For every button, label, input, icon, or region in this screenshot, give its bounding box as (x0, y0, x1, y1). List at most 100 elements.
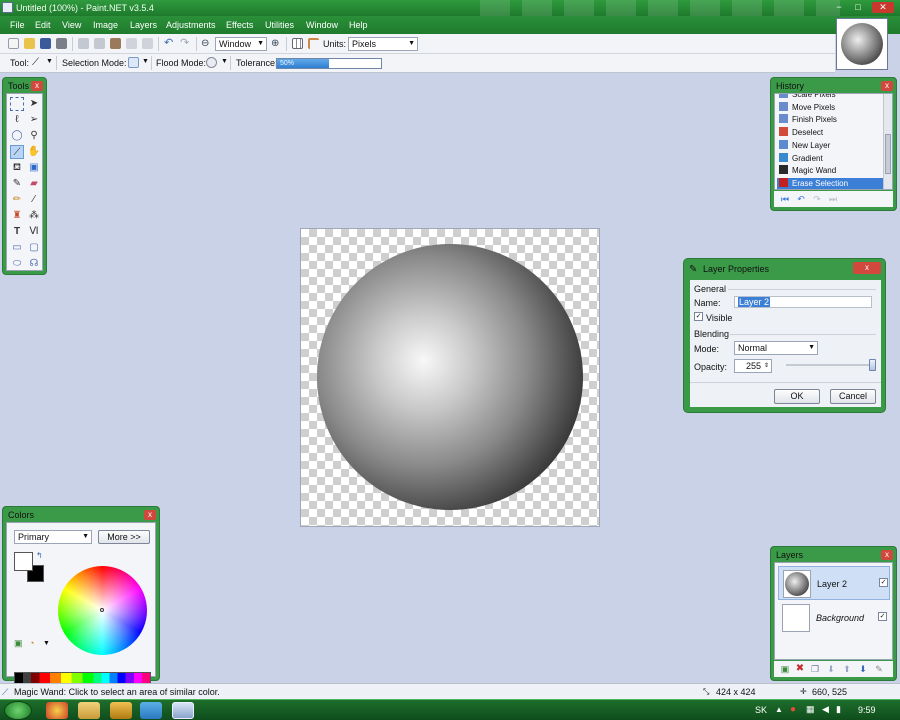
menu-view[interactable]: View (62, 20, 81, 30)
swap-colors-icon[interactable]: ↰ (36, 551, 43, 560)
layer-properties-icon[interactable]: ✎ (872, 662, 886, 676)
color-picker-tool[interactable]: ⁄ (27, 193, 41, 207)
history-item[interactable]: Scale Pixels (777, 94, 883, 101)
pan-tool[interactable]: ✋ (27, 145, 41, 159)
move-layer-down-icon[interactable]: ⬇ (856, 662, 870, 676)
lasso-select-tool[interactable]: ℓ (10, 113, 24, 127)
rectangle-tool[interactable]: ▭ (10, 241, 24, 255)
skype-taskbar-icon[interactable] (140, 702, 162, 719)
magic-wand-icon[interactable]: ⟋ (32, 57, 43, 68)
visible-checkbox[interactable]: ✓ (694, 312, 703, 321)
primary-color-swatch[interactable] (14, 552, 33, 571)
menu-file[interactable]: File (10, 20, 25, 30)
print-icon[interactable] (56, 38, 67, 49)
chevron-down-icon[interactable]: ▼ (43, 640, 50, 647)
move-selected-tool[interactable]: ➤ (27, 97, 41, 111)
layer-visibility-checkbox[interactable]: ✓ (879, 578, 888, 587)
chevron-down-icon[interactable]: ▼ (221, 58, 228, 65)
move-layer-up-icon[interactable]: ⬆ (840, 662, 854, 676)
spin-arrows-icon[interactable]: ⇕ (764, 360, 769, 372)
language-indicator[interactable]: SK (755, 705, 767, 715)
menu-adjustments[interactable]: Adjustments (166, 20, 216, 30)
history-scrollbar[interactable] (883, 94, 892, 189)
chrome-taskbar-icon[interactable] (46, 702, 68, 719)
menu-window[interactable]: Window (306, 20, 338, 30)
layer-visibility-checkbox[interactable]: ✓ (878, 612, 887, 621)
tools-panel-close[interactable]: x (31, 81, 43, 91)
zoom-out-icon[interactable]: ⊖ (201, 38, 212, 49)
open-icon[interactable] (24, 38, 35, 49)
add-color-icon[interactable]: ▣ (14, 638, 23, 649)
paste-icon[interactable] (110, 38, 121, 49)
new-icon[interactable] (8, 38, 19, 49)
color-wheel-cursor[interactable] (100, 608, 104, 612)
flood-mode-icon[interactable] (206, 57, 217, 68)
colors-panel-close[interactable]: x (144, 510, 156, 520)
explorer-taskbar-icon[interactable] (78, 702, 100, 719)
move-selection-tool[interactable]: ➢ (27, 113, 41, 127)
delete-layer-icon[interactable]: ✖ (793, 662, 807, 676)
history-scroll-thumb[interactable] (885, 134, 891, 174)
crop-icon[interactable] (126, 38, 137, 49)
ellipse-select-tool[interactable]: ◯ (10, 129, 24, 143)
fast-forward-icon[interactable]: ⏭ (826, 192, 840, 206)
minimize-button[interactable]: − (832, 2, 846, 13)
history-item[interactable]: Gradient (777, 152, 883, 165)
ellipse-tool[interactable]: ⬭ (10, 257, 24, 271)
freeform-shape-tool[interactable]: ☊ (27, 257, 41, 271)
opacity-slider-thumb[interactable] (869, 359, 876, 371)
pencil-tool[interactable]: ✏ (10, 193, 24, 207)
ruler-icon[interactable] (308, 38, 319, 49)
opacity-slider-track[interactable] (786, 364, 874, 366)
opacity-spinbox[interactable]: 255 ⇕ (734, 359, 772, 373)
cancel-button[interactable]: Cancel (830, 389, 876, 404)
layer-row-layer-2[interactable]: Layer 2 ✓ (778, 566, 890, 600)
layer-row-background[interactable]: Background ✓ (778, 601, 890, 635)
image-thumbnail[interactable] (836, 18, 888, 70)
rectangle-select-tool[interactable] (10, 97, 24, 111)
redo-icon[interactable]: ↷ (180, 38, 191, 49)
image-canvas[interactable] (300, 228, 600, 527)
tray-arrow-icon[interactable]: ▲ (775, 705, 783, 714)
recolor-tool[interactable]: ⁂ (27, 209, 41, 223)
history-item[interactable]: New Layer (777, 139, 883, 152)
menu-layers[interactable]: Layers (130, 20, 157, 30)
cut-icon[interactable] (78, 38, 89, 49)
more-colors-button[interactable]: More >> (98, 530, 150, 544)
network-icon[interactable]: ▦ (806, 704, 815, 715)
layer-name-input[interactable]: Layer 2 (734, 296, 872, 308)
zoom-combo[interactable]: Window ▼ (215, 37, 267, 51)
start-button[interactable] (4, 701, 32, 720)
clock[interactable]: 9:59 (858, 705, 876, 715)
units-combo[interactable]: Pixels ▼ (348, 37, 418, 51)
magic-wand-tool[interactable]: ⟋ (10, 145, 24, 159)
history-item[interactable]: Magic Wand (777, 165, 883, 177)
close-button[interactable]: ✕ (872, 2, 894, 13)
duplicate-layer-icon[interactable]: ❐ (808, 662, 822, 676)
menu-image[interactable]: Image (93, 20, 118, 30)
media-taskbar-icon[interactable] (110, 702, 132, 719)
menu-edit[interactable]: Edit (35, 20, 51, 30)
menu-utilities[interactable]: Utilities (265, 20, 294, 30)
maximize-button[interactable]: □ (851, 2, 865, 13)
line-curve-tool[interactable]: Ⅵ (27, 225, 41, 239)
battery-icon[interactable]: ▮ (836, 704, 841, 715)
grid-icon[interactable] (292, 38, 303, 49)
add-layer-icon[interactable]: ▣ (778, 662, 792, 676)
paintnet-taskbar-icon[interactable] (172, 702, 194, 719)
paintbrush-tool[interactable]: ✎ (10, 177, 24, 191)
selection-mode-icon[interactable] (128, 57, 139, 68)
menu-effects[interactable]: Effects (226, 20, 253, 30)
rewind-icon[interactable]: ⏮ (778, 192, 792, 206)
save-icon[interactable] (40, 38, 51, 49)
color-wheel[interactable] (58, 566, 147, 655)
history-item[interactable]: Finish Pixels (777, 114, 883, 126)
palette-icon[interactable]: ◔ (29, 638, 34, 648)
history-item[interactable]: Erase Selection (777, 177, 883, 189)
zoom-tool[interactable]: ⚲ (27, 129, 41, 143)
tray-app-icon[interactable]: ● (790, 704, 796, 715)
chevron-down-icon[interactable]: ▼ (46, 58, 53, 65)
gradient-tool[interactable]: ▣ (27, 161, 41, 175)
chevron-down-icon[interactable]: ▼ (142, 58, 149, 65)
dialog-close-button[interactable]: x (853, 262, 881, 274)
